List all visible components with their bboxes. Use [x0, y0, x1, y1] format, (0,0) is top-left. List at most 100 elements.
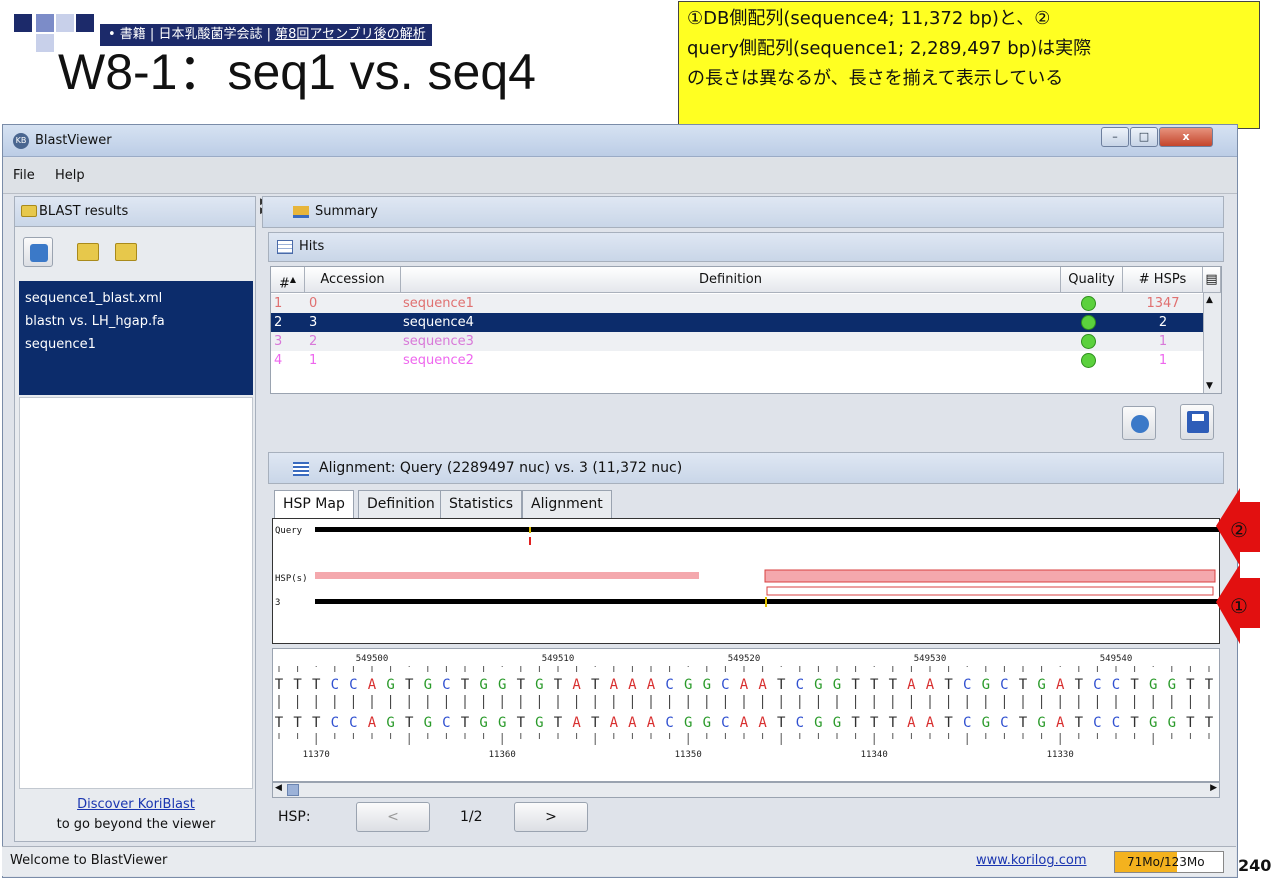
query-base: C — [963, 677, 971, 693]
web-search-button[interactable] — [1122, 406, 1156, 440]
tab-definition[interactable]: Definition — [358, 490, 444, 518]
scroll-up-icon[interactable]: ▲ — [1206, 295, 1213, 305]
title-bar: KB BlastViewer – □ x — [3, 125, 1237, 157]
summary-label: Summary — [315, 204, 378, 219]
bottom-tick-label: 11350 — [675, 750, 702, 760]
load-folder-button[interactable] — [73, 237, 103, 267]
menu-help[interactable]: Help — [55, 168, 85, 183]
hsp-map-svg: Query HSP(s) 3 — [275, 526, 1219, 608]
subject-base: C — [963, 715, 971, 731]
tab-hsp-map[interactable]: HSP Map — [274, 490, 354, 520]
query-base: G — [498, 677, 506, 693]
table-scrollbar[interactable]: ▲ ▼ — [1203, 293, 1221, 393]
subject-base: A — [740, 715, 749, 731]
scroll-left-icon[interactable]: ◀ — [275, 783, 282, 793]
scroll-right-icon[interactable]: ▶ — [1210, 783, 1217, 793]
subject-base: C — [1112, 715, 1120, 731]
maximize-button[interactable]: □ — [1130, 127, 1158, 147]
sequence-scrollbar[interactable]: ◀ ▶ — [272, 782, 1220, 798]
korilog-link[interactable]: www.korilog.com — [976, 853, 1087, 868]
result-program[interactable]: blastn vs. LH_hgap.fa — [25, 310, 247, 333]
result-list[interactable]: sequence1_blast.xml blastn vs. LH_hgap.f… — [19, 281, 253, 395]
hits-label: Hits — [299, 239, 325, 254]
query-base: A — [740, 677, 749, 693]
discover-link[interactable]: Discover KoriBlast — [77, 797, 195, 812]
open-results-button[interactable] — [23, 237, 53, 267]
summary-icon — [293, 206, 309, 218]
query-base: C — [1112, 677, 1120, 693]
next-hsp-button[interactable]: > — [514, 802, 588, 832]
prev-hsp-button[interactable]: < — [356, 802, 430, 832]
breadcrumb-link[interactable]: 第8回アセンブリ後の解析 — [275, 27, 426, 42]
table-row[interactable]: 3 2 sequence3 1 — [271, 332, 1203, 351]
quality-smiley-icon — [1081, 334, 1096, 349]
subject-base: G — [498, 715, 506, 731]
subject-base: G — [1037, 715, 1045, 731]
blast-results-title: BLAST results — [39, 204, 129, 219]
query-base: T — [517, 677, 526, 693]
menu-file[interactable]: File — [13, 168, 35, 183]
col-header-num[interactable]: #▲ — [271, 267, 305, 293]
folder-icon — [21, 205, 37, 217]
row-definition: sequence1 — [403, 296, 474, 311]
bottom-tick-label: 11360 — [489, 750, 516, 760]
minimize-button[interactable]: – — [1101, 127, 1129, 147]
subject-base: C — [796, 715, 804, 731]
row-accession: 0 — [309, 296, 318, 311]
col-header-quality[interactable]: Quality — [1061, 267, 1123, 293]
query-hit-tick[interactable] — [529, 537, 531, 545]
col-num-label: # — [278, 276, 290, 292]
close-button[interactable]: x — [1159, 127, 1213, 147]
scroll-thumb[interactable] — [287, 784, 299, 796]
query-base: G — [424, 677, 432, 693]
summary-bar[interactable]: Summary — [262, 196, 1224, 228]
subject-hit-marker[interactable] — [765, 597, 767, 607]
col-header-hsps[interactable]: # HSPs — [1123, 267, 1203, 293]
subject-base: C — [1000, 715, 1008, 731]
result-query[interactable]: sequence1 — [25, 333, 247, 356]
table-row[interactable]: 1 0 sequence1 1347 — [271, 294, 1203, 313]
query-hit-marker[interactable] — [529, 527, 531, 533]
query-base: G — [833, 677, 841, 693]
quality-smiley-icon — [1081, 296, 1096, 311]
subject-base: A — [368, 715, 377, 731]
subject-base: T — [1075, 715, 1084, 731]
subject-base: T — [554, 715, 563, 731]
row-definition: sequence2 — [403, 353, 474, 368]
folder-green-icon — [77, 243, 99, 261]
subject-base: T — [312, 715, 321, 731]
open-folder-button[interactable] — [111, 237, 141, 267]
query-base: C — [349, 677, 357, 693]
result-file[interactable]: sequence1_blast.xml — [25, 287, 247, 310]
hits-table: #▲ Accession Definition Quality # HSPs ▤… — [270, 266, 1222, 394]
query-base: G — [535, 677, 543, 693]
hsp-bar-1[interactable] — [315, 572, 699, 579]
subject-base: G — [982, 715, 990, 731]
row-num: 3 — [274, 334, 283, 349]
table-row[interactable]: 4 1 sequence2 1 — [271, 351, 1203, 370]
save-button[interactable] — [1180, 404, 1214, 440]
window-title: BlastViewer — [35, 133, 112, 148]
query-base: G — [684, 677, 692, 693]
table-icon — [277, 240, 293, 254]
alignment-bar: Alignment: Query (2289497 nuc) vs. 3 (11… — [268, 452, 1224, 484]
row-hsps: 2 — [1158, 315, 1168, 330]
hsp-bar-2[interactable] — [764, 569, 1216, 583]
scroll-down-icon[interactable]: ▼ — [1206, 381, 1213, 391]
subject-base: C — [442, 715, 450, 731]
top-tick-label: 549540 — [1100, 654, 1133, 664]
tab-alignment[interactable]: Alignment — [522, 490, 612, 518]
hsp-bar-2-outline[interactable] — [766, 586, 1214, 596]
sequence-view: TTTTTTCCCCAAGGTTGGCCTTGGGGTTGGTTAATTAAAA… — [272, 648, 1220, 782]
breadcrumb-prefix: • 書籍 | 日本乳酸菌学会誌 | — [108, 27, 276, 42]
column-chooser-icon[interactable]: ▤ — [1203, 267, 1221, 293]
top-tick-label: 549510 — [542, 654, 575, 664]
subject-base: C — [1093, 715, 1101, 731]
query-track[interactable] — [315, 527, 1219, 532]
col-header-accession[interactable]: Accession — [305, 267, 401, 293]
tab-statistics[interactable]: Statistics — [440, 490, 522, 518]
bottom-tick-label: 11370 — [303, 750, 330, 760]
subject-base: T — [1019, 715, 1028, 731]
col-header-definition[interactable]: Definition — [401, 267, 1061, 293]
table-row-selected[interactable]: 2 3 sequence4 2 — [271, 313, 1203, 332]
